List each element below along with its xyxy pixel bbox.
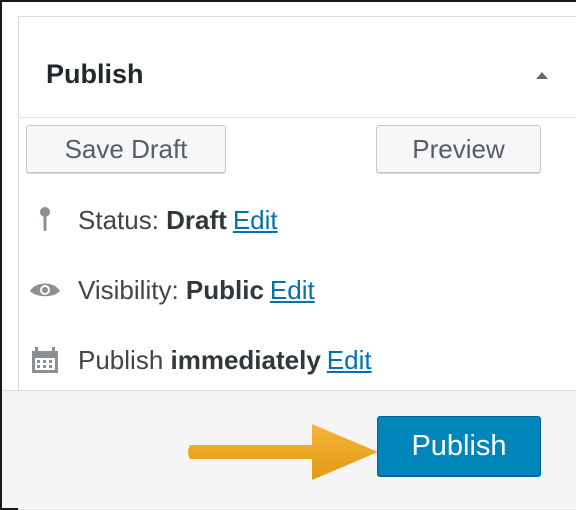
schedule-value: immediately (170, 345, 321, 375)
edit-schedule-link[interactable]: Edit (327, 345, 372, 375)
pin-icon (40, 207, 50, 231)
publish-box-title: Publish (46, 59, 144, 89)
pointer-arrow-icon (188, 424, 378, 480)
edit-status-link[interactable]: Edit (233, 205, 278, 235)
status-label: Status: (78, 205, 167, 235)
calendar-icon (32, 347, 58, 373)
eye-icon (30, 283, 60, 297)
schedule-label: Publish (78, 345, 171, 375)
status-value: Draft (166, 205, 227, 235)
screenshot-frame: Publish Save Draft Preview Status: Draft… (0, 0, 576, 510)
save-draft-button[interactable]: Save Draft (26, 125, 226, 173)
edit-visibility-link[interactable]: Edit (270, 275, 315, 305)
visibility-label: Visibility: (78, 275, 186, 305)
publish-box-header[interactable]: Publish (19, 17, 576, 118)
publish-button[interactable]: Publish (377, 416, 541, 476)
collapse-arrow-icon[interactable] (536, 72, 548, 79)
preview-button[interactable]: Preview (376, 125, 541, 173)
visibility-value: Public (185, 275, 264, 305)
